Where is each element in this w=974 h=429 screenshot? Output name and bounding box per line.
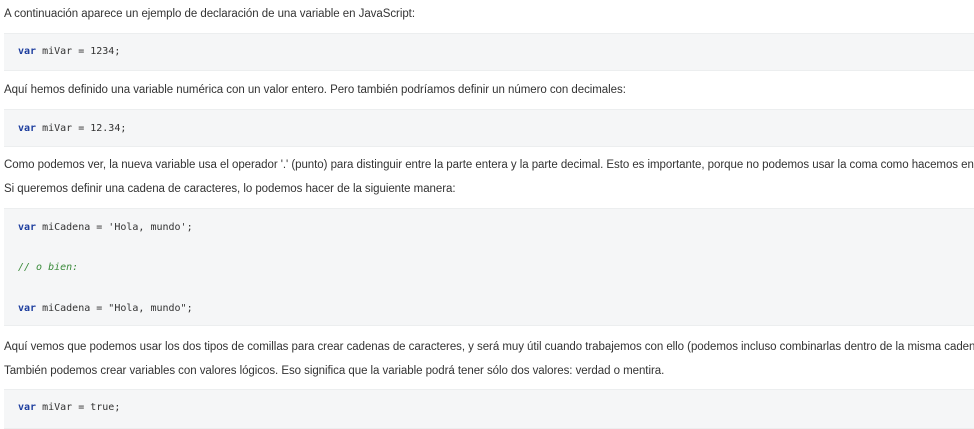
code-line: var miVar = 1234;	[18, 45, 120, 59]
paragraph-intro: A continuación aparece un ejemplo de dec…	[4, 8, 415, 20]
keyword-var: var	[18, 46, 37, 57]
code-block-decimal: var miVar = 12.34;	[4, 109, 974, 147]
code-comment: // o bien:	[18, 262, 79, 273]
paragraph-decimal-operator: Como podemos ver, la nueva variable usa …	[4, 159, 974, 171]
keyword-var: var	[18, 303, 37, 314]
code-block-boolean: var miVar = true;	[4, 389, 974, 429]
code-text: miVar = 12.34;	[36, 123, 127, 134]
code-block-strings: var miCadena = 'Hola, mundo'; // o bien:…	[4, 208, 974, 326]
keyword-var: var	[18, 402, 37, 413]
code-line: var miVar = 12.34;	[18, 122, 126, 136]
code-text: miVar = 1234;	[36, 46, 121, 57]
paragraph-strings: Si queremos definir una cadena de caract…	[4, 183, 456, 195]
article-content: A continuación aparece un ejemplo de dec…	[0, 0, 974, 429]
keyword-var: var	[18, 123, 37, 134]
paragraph-decimals: Aquí hemos definido una variable numéric…	[4, 84, 626, 96]
code-line: var miCadena = 'Hola, mundo';	[18, 221, 193, 235]
keyword-var: var	[18, 222, 37, 233]
paragraph-quotes: Aquí vemos que podemos usar los dos tipo…	[4, 341, 974, 353]
code-block-integer: var miVar = 1234;	[4, 33, 974, 71]
code-line: var miCadena = "Hola, mundo";	[18, 302, 193, 316]
code-text: miCadena = 'Hola, mundo';	[36, 222, 193, 233]
paragraph-booleans: También podemos crear variables con valo…	[4, 365, 665, 377]
code-text: miVar = true;	[36, 402, 121, 413]
code-text: miCadena = "Hola, mundo";	[36, 303, 193, 314]
code-line: var miVar = true;	[18, 401, 120, 415]
